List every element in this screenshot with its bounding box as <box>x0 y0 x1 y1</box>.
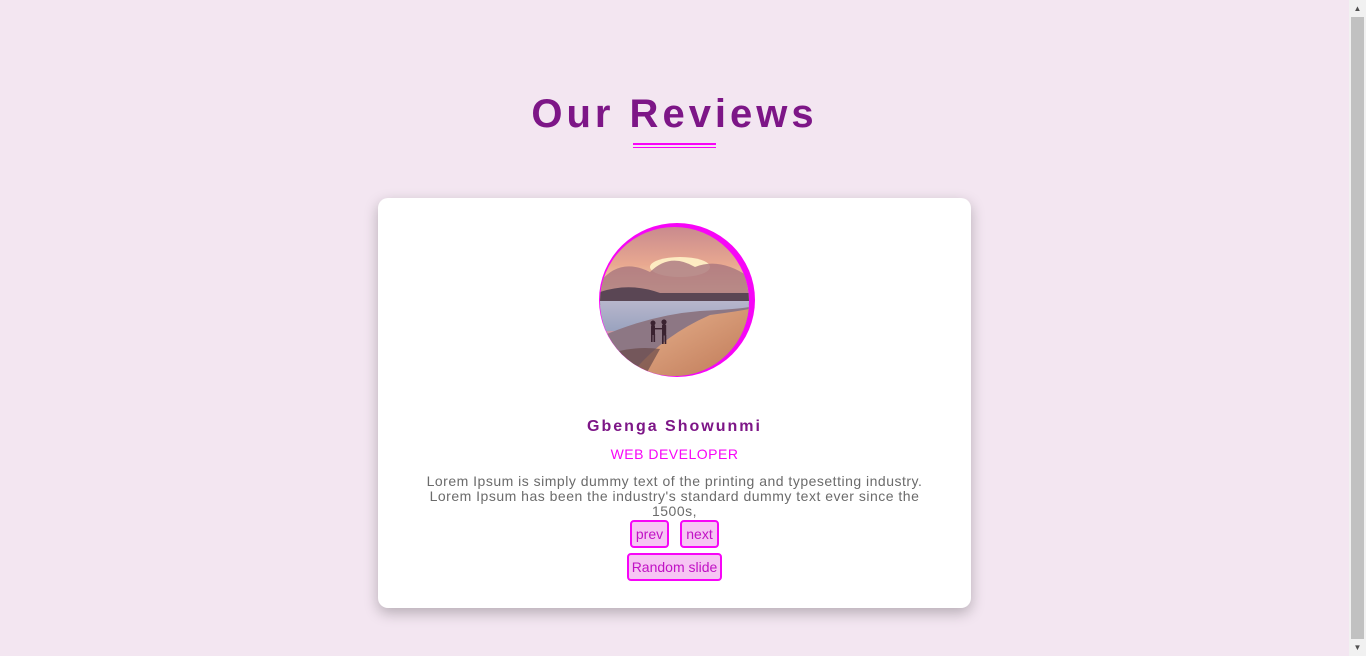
random-slide-button[interactable]: Random slide <box>627 553 722 581</box>
avatar-container <box>599 223 755 379</box>
avatar <box>600 227 749 376</box>
next-button[interactable]: next <box>680 520 719 548</box>
author-job: WEB DEVELOPER <box>610 446 739 462</box>
review-card: Gbenga Showunmi WEB DEVELOPER Lorem Ipsu… <box>378 198 971 608</box>
beach-couple-photo <box>600 227 749 376</box>
page: Our Reviews Gbenga Showunmi WEB DEVELOPE… <box>0 0 1349 656</box>
scrollbar-thumb[interactable] <box>1351 17 1364 639</box>
author-name: Gbenga Showunmi <box>587 418 762 436</box>
title-underline <box>633 143 716 148</box>
title-section: Our Reviews <box>0 88 1349 148</box>
review-text: Lorem Ipsum is simply dummy text of the … <box>426 473 923 519</box>
prev-button[interactable]: prev <box>630 520 669 548</box>
scroll-up-arrow-icon[interactable]: ▲ <box>1349 0 1366 17</box>
vertical-scrollbar[interactable]: ▲ ▼ <box>1349 0 1366 656</box>
page-title: Our Reviews <box>531 92 818 136</box>
scroll-down-arrow-icon[interactable]: ▼ <box>1349 639 1366 656</box>
